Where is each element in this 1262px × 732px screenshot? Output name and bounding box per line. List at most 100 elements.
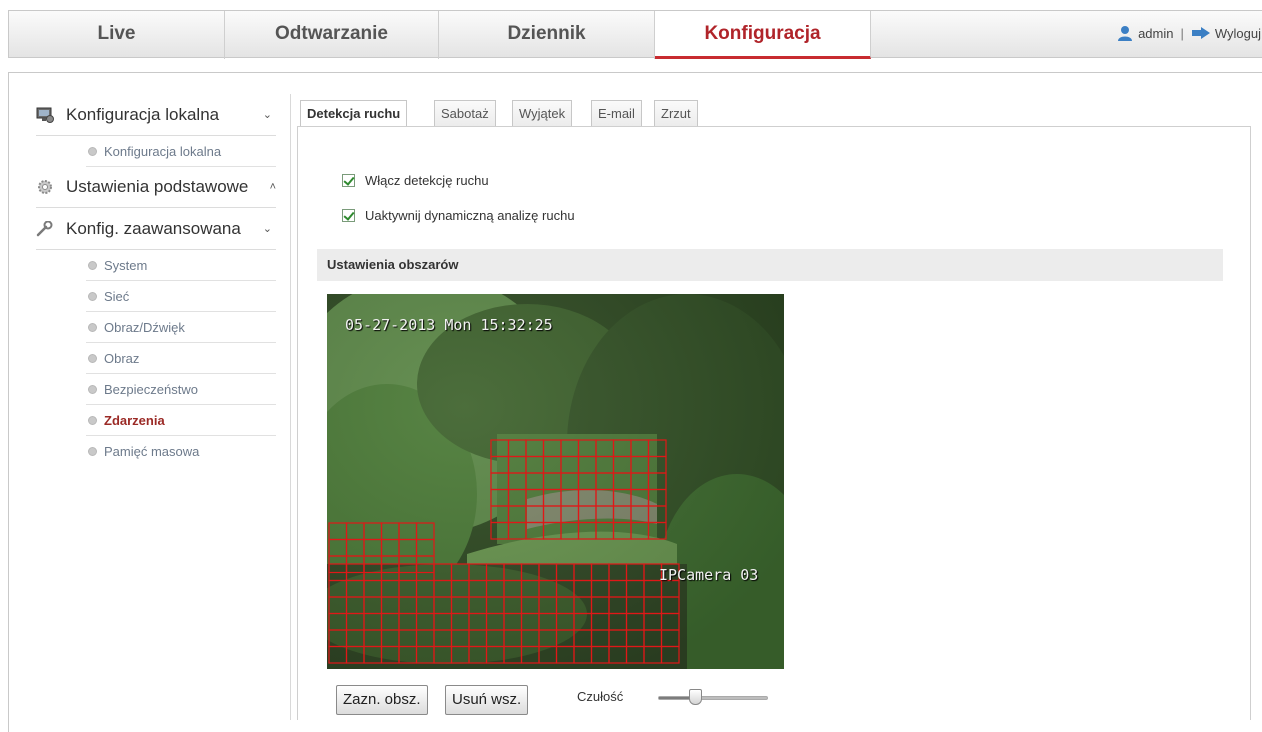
motion-grid-cell[interactable] — [520, 612, 540, 631]
motion-grid-cell[interactable] — [555, 579, 575, 598]
motion-grid-cell[interactable] — [490, 488, 510, 507]
motion-grid-cell[interactable] — [328, 612, 348, 631]
motion-grid-cell[interactable] — [345, 579, 365, 598]
motion-grid-cell[interactable] — [328, 522, 348, 541]
motion-grid-cell[interactable] — [450, 563, 470, 582]
motion-grid-cell[interactable] — [450, 612, 470, 631]
motion-grid-cell[interactable] — [380, 538, 400, 557]
motion-grid-cell[interactable] — [328, 645, 348, 664]
motion-grid-cell[interactable] — [415, 645, 435, 664]
motion-grid-cell[interactable] — [398, 629, 418, 648]
motion-grid-cell[interactable] — [577, 455, 597, 474]
nav-tab-configuration[interactable]: Konfiguracja — [655, 11, 871, 59]
motion-grid-cell[interactable] — [468, 645, 488, 664]
motion-grid-cell[interactable] — [643, 596, 663, 615]
motion-grid-cell[interactable] — [542, 472, 562, 491]
motion-grid-cell[interactable] — [538, 612, 558, 631]
motion-grid-cell[interactable] — [560, 488, 580, 507]
sensitivity-slider-track[interactable] — [658, 696, 768, 700]
motion-grid-cell[interactable] — [555, 645, 575, 664]
motion-grid-cell[interactable] — [560, 505, 580, 524]
motion-grid-cell[interactable] — [625, 629, 645, 648]
motion-grid-cell[interactable] — [573, 612, 593, 631]
motion-grid-cell[interactable] — [398, 645, 418, 664]
motion-grid-cell[interactable] — [328, 579, 348, 598]
motion-grid-cell[interactable] — [630, 455, 650, 474]
motion-grid-cell[interactable] — [660, 645, 680, 664]
motion-grid-cell[interactable] — [380, 522, 400, 541]
motion-grid-cell[interactable] — [573, 579, 593, 598]
motion-grid-cell[interactable] — [577, 472, 597, 491]
motion-grid-cell[interactable] — [363, 522, 383, 541]
motion-grid-cell[interactable] — [450, 645, 470, 664]
motion-grid-cell[interactable] — [490, 521, 510, 540]
motion-grid-cell[interactable] — [590, 596, 610, 615]
tab-email[interactable]: E-mail — [591, 100, 642, 127]
motion-grid-cell[interactable] — [345, 538, 365, 557]
motion-grid-cell[interactable] — [538, 563, 558, 582]
motion-grid-cell[interactable] — [647, 521, 667, 540]
motion-grid-cell[interactable] — [380, 579, 400, 598]
motion-grid-cell[interactable] — [380, 612, 400, 631]
motion-grid-cell[interactable] — [345, 645, 365, 664]
motion-grid-cell[interactable] — [398, 612, 418, 631]
sidebar-section-basic-settings[interactable]: Ustawienia podstawowe ˄ — [36, 166, 276, 208]
motion-grid-cell[interactable] — [485, 579, 505, 598]
motion-grid-cell[interactable] — [573, 645, 593, 664]
motion-grid-cell[interactable] — [380, 629, 400, 648]
motion-grid-cell[interactable] — [433, 596, 453, 615]
motion-grid-cell[interactable] — [468, 629, 488, 648]
chevron-down-icon[interactable]: ⌄ — [263, 208, 272, 250]
motion-grid-cell[interactable] — [415, 612, 435, 631]
motion-grid-cell[interactable] — [630, 472, 650, 491]
motion-grid-cell[interactable] — [595, 439, 615, 458]
motion-grid-cell[interactable] — [660, 596, 680, 615]
motion-grid-cell[interactable] — [345, 629, 365, 648]
motion-grid-cell[interactable] — [490, 439, 510, 458]
motion-grid-cell[interactable] — [485, 596, 505, 615]
motion-grid-cell[interactable] — [573, 629, 593, 648]
motion-grid-cell[interactable] — [560, 521, 580, 540]
motion-grid-cell[interactable] — [560, 439, 580, 458]
motion-grid-cell[interactable] — [612, 455, 632, 474]
motion-grid-cell[interactable] — [590, 579, 610, 598]
sidebar-section-advanced-config[interactable]: Konfig. zaawansowana ⌄ — [36, 208, 276, 250]
chevron-up-icon[interactable]: ˄ — [270, 166, 276, 208]
motion-grid-cell[interactable] — [433, 629, 453, 648]
sidebar-item-events[interactable]: Zdarzenia — [86, 405, 276, 436]
nav-tab-live[interactable]: Live — [9, 11, 225, 59]
motion-grid-cell[interactable] — [660, 612, 680, 631]
logout-link[interactable]: Wyloguj — [1215, 26, 1261, 41]
motion-grid-cell[interactable] — [542, 521, 562, 540]
motion-grid-cell[interactable] — [577, 439, 597, 458]
motion-grid-cell[interactable] — [507, 455, 527, 474]
sidebar-item-network[interactable]: Sieć — [86, 281, 276, 312]
motion-grid-cell[interactable] — [433, 612, 453, 631]
motion-grid-cell[interactable] — [625, 579, 645, 598]
motion-grid-cell[interactable] — [490, 505, 510, 524]
motion-grid-cell[interactable] — [595, 455, 615, 474]
motion-grid-cell[interactable] — [612, 505, 632, 524]
motion-grid-cell[interactable] — [608, 645, 628, 664]
motion-grid-cell[interactable] — [625, 563, 645, 582]
motion-grid-cell[interactable] — [398, 522, 418, 541]
motion-grid-cell[interactable] — [542, 505, 562, 524]
motion-grid-cell[interactable] — [520, 645, 540, 664]
motion-grid-cell[interactable] — [507, 488, 527, 507]
tab-exception[interactable]: Wyjątek — [512, 100, 573, 127]
motion-grid-cell[interactable] — [520, 563, 540, 582]
motion-grid-cell[interactable] — [612, 521, 632, 540]
motion-grid-cell[interactable] — [363, 629, 383, 648]
motion-grid-cell[interactable] — [363, 612, 383, 631]
motion-grid-cell[interactable] — [660, 629, 680, 648]
motion-grid-cell[interactable] — [555, 629, 575, 648]
dynamic-analysis-checkbox[interactable] — [342, 209, 355, 222]
video-preview[interactable]: 05-27-2013 Mon 15:32:25 IPCamera 03 — [327, 294, 784, 669]
motion-grid-cell[interactable] — [630, 505, 650, 524]
sidebar-item-security[interactable]: Bezpieczeństwo — [86, 374, 276, 405]
motion-grid-cell[interactable] — [415, 538, 435, 557]
motion-grid-cell[interactable] — [608, 579, 628, 598]
motion-grid-cell[interactable] — [555, 596, 575, 615]
motion-grid-cell[interactable] — [485, 563, 505, 582]
motion-grid-cell[interactable] — [450, 596, 470, 615]
